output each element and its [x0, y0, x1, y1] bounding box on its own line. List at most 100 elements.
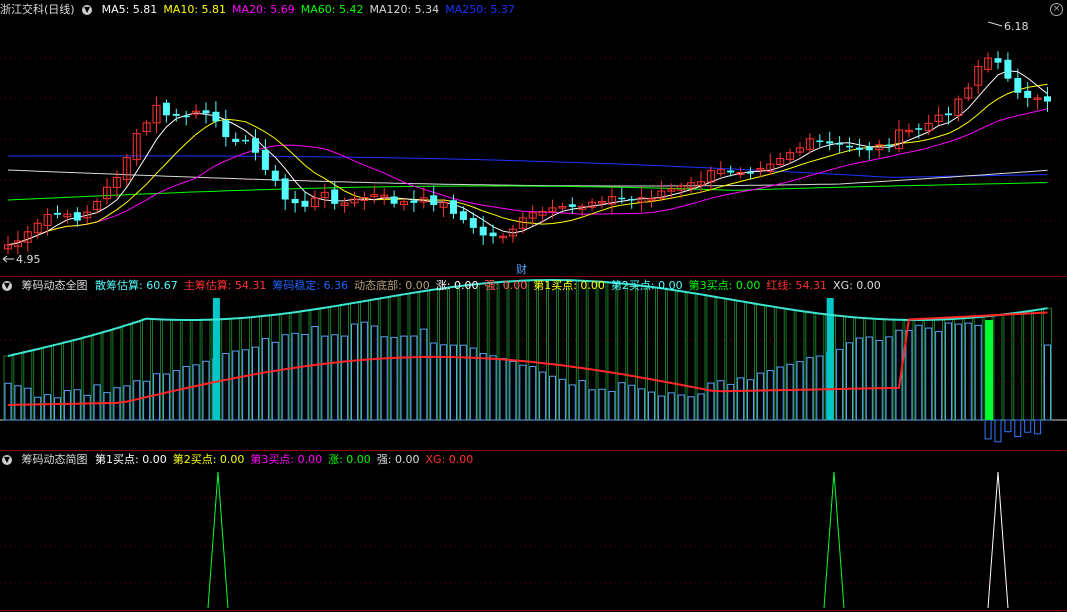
candle [657, 180, 666, 202]
candle [548, 199, 557, 219]
candle [331, 181, 339, 210]
candle [33, 218, 42, 239]
moving-average-lines [7, 70, 1048, 246]
chip-bar [153, 373, 160, 421]
candle-body [54, 212, 61, 215]
chip-bar [885, 336, 893, 421]
candle-body [172, 113, 180, 116]
ma250-line [8, 155, 1048, 178]
candle [964, 82, 973, 102]
candle [400, 197, 408, 211]
candle [647, 189, 656, 208]
candle [786, 148, 795, 164]
chip-bar [252, 346, 259, 421]
panel3-title[interactable]: 筹码动态简图 [22, 453, 88, 466]
chip-bar [549, 375, 556, 421]
indicator-field: 强: 0.00 [484, 279, 528, 292]
indicator-field: 第3买点: 0.00 [688, 279, 761, 292]
candle [4, 235, 12, 255]
chip-bar-negative [1014, 419, 1022, 438]
candle-body [945, 113, 952, 116]
candle [172, 108, 180, 122]
stock-name[interactable]: 浙江交科(日线) [0, 3, 75, 16]
candle [747, 167, 754, 180]
candle-body [410, 200, 418, 203]
indicator-field: 第1买点: 0.00 [533, 279, 605, 292]
chip-bar [242, 349, 250, 421]
arrow-left-icon [2, 255, 14, 263]
candle-body [430, 195, 438, 205]
candle-body [212, 111, 220, 122]
candle-body [1014, 77, 1022, 93]
indicator-field: 散筹估算: 60.67 [95, 279, 178, 292]
candle [380, 187, 389, 206]
panel2-header: ▼ 筹码动态全图 散筹估算: 60.67 主筹估算: 54.31 筹码稳定: 6.3… [0, 278, 893, 294]
chart-canvas[interactable] [0, 0, 1067, 612]
chip-bar [380, 336, 388, 421]
chip-bar [638, 388, 646, 421]
event-marker-label[interactable]: 财 [516, 261, 527, 277]
candle [310, 190, 319, 211]
candle-body [271, 170, 279, 181]
chip-bar [954, 323, 962, 421]
candle [598, 196, 606, 209]
chip-bar [400, 335, 408, 421]
candle [132, 128, 141, 166]
close-icon[interactable]: × [1050, 3, 1063, 16]
candle [578, 203, 587, 218]
chip-bar [222, 353, 230, 421]
chip-bar [261, 337, 269, 421]
indicator-field: 红线: 54.31 [766, 279, 828, 292]
chevron-down-icon[interactable]: ▼ [2, 281, 12, 291]
candle [291, 190, 299, 213]
candle-body [885, 144, 893, 147]
candle [192, 104, 201, 119]
chip-bar [311, 326, 319, 421]
candle [242, 135, 250, 145]
chip-bar [360, 321, 368, 421]
chip-bar [172, 370, 180, 421]
chip-bar [202, 360, 210, 421]
buy-point-spikes [207, 471, 1009, 609]
candle [370, 185, 379, 204]
candle [1033, 94, 1042, 110]
chip-bar [143, 380, 151, 421]
chevron-down-icon[interactable]: ▼ [82, 5, 93, 15]
chip-bar-outline [993, 314, 1003, 421]
candle-body [252, 138, 259, 153]
candle [430, 185, 438, 212]
chip-bar [469, 347, 477, 421]
chip-bar [192, 364, 200, 421]
candle-body [618, 197, 626, 200]
chip-bar [499, 358, 507, 421]
candle-body [1004, 59, 1012, 79]
chip-bar [83, 394, 91, 421]
candle-body [915, 128, 923, 130]
candle [934, 106, 943, 126]
chip-bar [390, 336, 398, 421]
chip-bar [865, 336, 873, 421]
candle [628, 195, 636, 209]
indicator-field: 筹码稳定: 6.36 [272, 279, 349, 292]
panel3-header: ▼ 筹码动态简图 第1买点: 0.00 第2买点: 0.00 第3买点: 0.00 涨… [0, 452, 485, 468]
candle-body [855, 147, 863, 150]
indicator-field: 第1买点: 0.00 [95, 453, 167, 466]
candle-body [182, 115, 190, 118]
panel2-title[interactable]: 筹码动态全图 [22, 279, 88, 292]
ma120-line [7, 169, 1048, 187]
chip-bar [855, 337, 863, 421]
candle [994, 51, 1002, 70]
indicator-field: 动态底部: 0.00 [354, 279, 430, 292]
chevron-down-icon[interactable]: ▼ [2, 455, 12, 465]
chip-bar [509, 361, 517, 421]
chip-bar [707, 382, 715, 421]
candle [340, 197, 349, 213]
ma-legend-item: MA20: 5.69 [232, 3, 295, 16]
chip-bar-outline [1003, 313, 1013, 421]
candle [222, 109, 230, 147]
candle [103, 178, 111, 206]
candle-body [836, 143, 844, 145]
chip-bar [766, 370, 774, 421]
candle [1024, 82, 1032, 108]
chip-bar [539, 371, 547, 421]
